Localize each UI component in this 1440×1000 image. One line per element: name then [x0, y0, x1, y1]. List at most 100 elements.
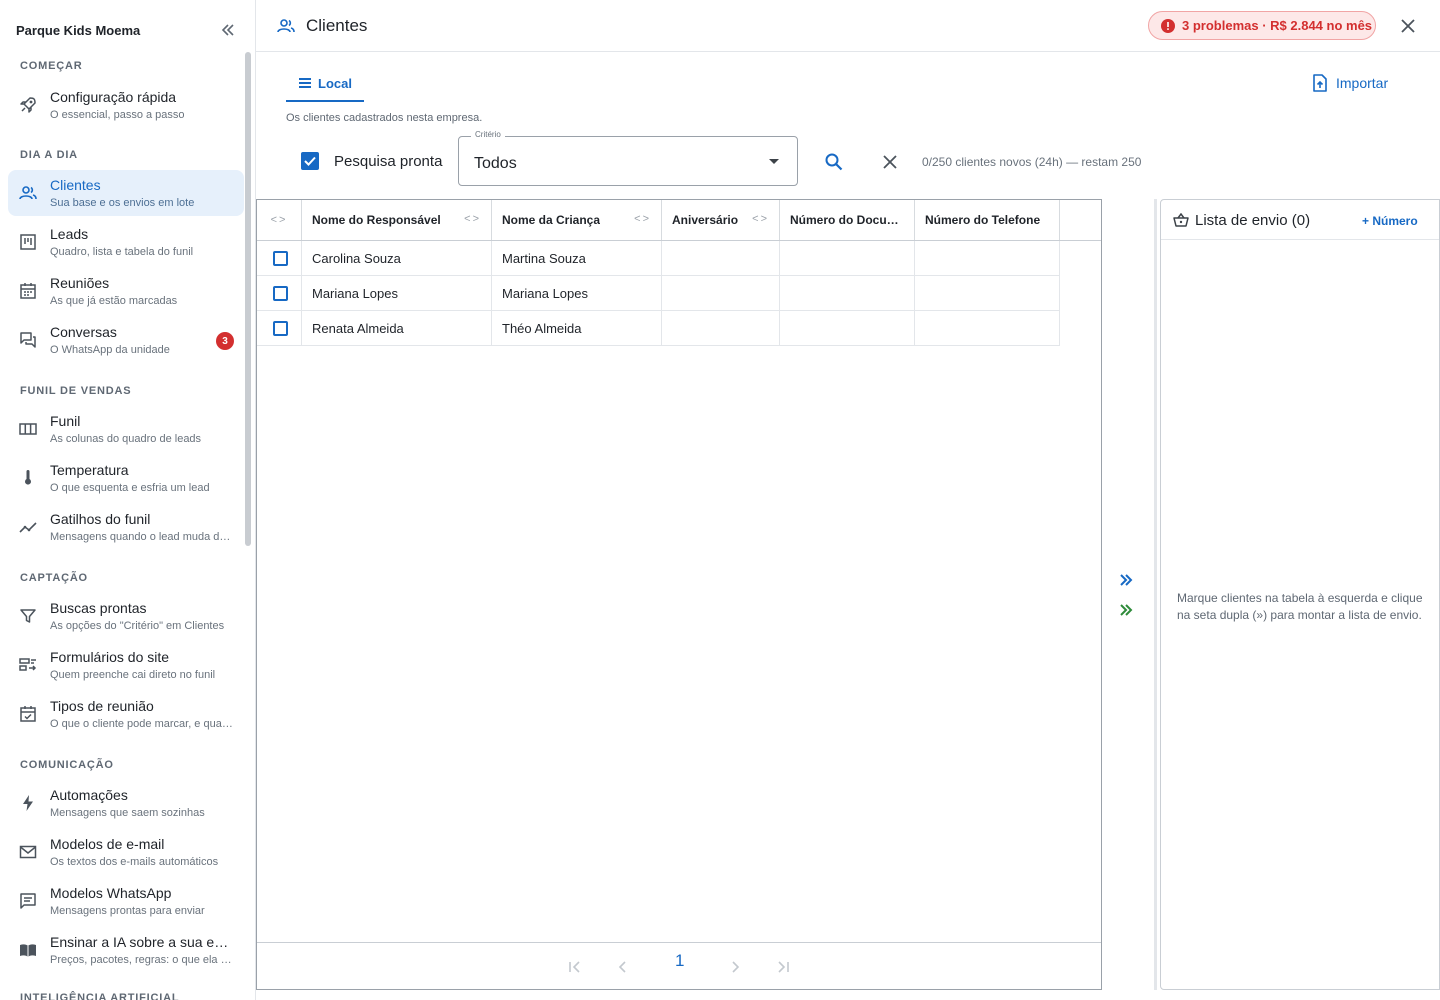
search-button[interactable]	[822, 150, 846, 174]
sidebar-item-reunioes[interactable]: Reuniões As que já estão marcadas	[8, 268, 244, 314]
clear-search-button[interactable]	[878, 150, 902, 174]
column-header-telefone[interactable]: Número do Telefone	[915, 200, 1060, 240]
sidebar-item-subtitle: Mensagens que saem sozinhas	[50, 807, 205, 819]
sidebar-item-subtitle: Quem preenche cai direto no funil	[50, 669, 216, 681]
collapse-sidebar-button[interactable]	[218, 20, 238, 40]
previous-page-button[interactable]	[611, 955, 635, 979]
page-title: Clientes	[306, 16, 368, 35]
sidebar-item-title: Leads	[50, 226, 89, 242]
page-description: Os clientes cadastrados nesta empresa.	[286, 112, 483, 124]
table-header: <> Nome do Responsável <> Nome da Crianç…	[257, 200, 1101, 241]
sidebar-item-modelos-whatsapp[interactable]: Modelos WhatsApp Mensagens prontas para …	[8, 878, 244, 924]
brand-name: Parque Kids Moema	[16, 23, 141, 38]
sidebar-item-subtitle: Os textos dos e-mails automáticos	[50, 856, 219, 868]
current-page[interactable]: 1	[675, 951, 684, 971]
resize-icon[interactable]: <>	[752, 213, 769, 225]
error-icon	[1161, 18, 1175, 33]
row-checkbox[interactable]	[273, 321, 288, 336]
clients-table: <> Nome do Responsável <> Nome da Crianç…	[256, 199, 1102, 990]
resize-icon[interactable]: <>	[634, 213, 651, 225]
sidebar-item-ensinar-a-ia[interactable]: Ensinar a IA sobre a sua empresa Preços,…	[8, 927, 244, 973]
double-chevron-left-icon	[221, 24, 234, 36]
sidebar-item-subtitle: Sua base e os envios em lote	[50, 197, 195, 209]
people-icon	[18, 183, 38, 203]
column-header-label: Nome do Responsável	[312, 213, 441, 227]
resize-icon[interactable]: <>	[464, 213, 481, 225]
sidebar-scrollbar[interactable]	[245, 52, 251, 546]
sidebar-item-title: Configuração rápida	[50, 89, 177, 105]
criterio-select[interactable]: Critério Todos	[458, 130, 798, 186]
table-row[interactable]: Mariana Lopes Mariana Lopes	[257, 276, 1060, 311]
double-chevron-right-icon	[1120, 574, 1133, 586]
last-page-icon	[778, 961, 789, 973]
row-checkbox[interactable]	[273, 251, 288, 266]
sidebar-item-title: Modelos de e-mail	[50, 836, 165, 852]
mail-icon	[18, 842, 38, 862]
sidebar-item-subtitle: O essencial, passo a passo	[50, 109, 185, 121]
sidebar-item-gatilhos-do-funil[interactable]: Gatilhos do funil Mensagens quando o lea…	[8, 504, 244, 550]
columns-icon	[18, 419, 38, 439]
sidebar-item-buscas-prontas[interactable]: Buscas prontas As opções do "Critério" e…	[8, 593, 244, 639]
people-icon	[276, 16, 296, 41]
problems-badge[interactable]: 3 problemas · R$ 2.844 no mês	[1148, 11, 1376, 40]
pagination: 1	[257, 942, 1101, 989]
sidebar-item-clientes[interactable]: Clientes Sua base e os envios em lote	[8, 170, 244, 216]
calendar-check-icon	[18, 704, 38, 724]
cell-responsavel: Carolina Souza	[312, 251, 401, 266]
close-icon	[1401, 19, 1415, 33]
add-number-button[interactable]: + Número	[1362, 214, 1418, 228]
column-header-aniversario[interactable]: Aniversário <>	[662, 200, 780, 240]
column-header-documento[interactable]: Número do Documento	[780, 200, 915, 240]
sidebar-item-tipos-de-reuniao[interactable]: Tipos de reunião O que o cliente pode ma…	[8, 691, 244, 737]
table-row[interactable]: Carolina Souza Martina Souza	[257, 241, 1060, 276]
column-header-responsavel[interactable]: Nome do Responsável <>	[302, 200, 492, 240]
section-comunicacao: COMUNICAÇÃO	[20, 759, 114, 771]
add-selected-button[interactable]	[1116, 570, 1136, 590]
filter-icon	[18, 606, 38, 626]
calendar-icon	[18, 281, 38, 301]
last-page-button[interactable]	[771, 955, 795, 979]
sidebar-item-funil[interactable]: Funil As colunas do quadro de leads	[8, 406, 244, 452]
sidebar-item-title: Funil	[50, 413, 81, 429]
select-column-header[interactable]: <>	[257, 200, 302, 240]
message-icon	[18, 891, 38, 911]
sidebar-item-modelos-de-email[interactable]: Modelos de e-mail Os textos dos e-mails …	[8, 829, 244, 875]
sidebar-item-subtitle: As opções do "Critério" em Clientes	[50, 620, 225, 632]
bolt-icon	[18, 793, 38, 813]
add-all-button[interactable]	[1116, 600, 1136, 620]
sidebar-item-title: Temperatura	[50, 462, 129, 478]
sidebar-item-title: Tipos de reunião	[50, 698, 154, 714]
import-button[interactable]: Importar	[1312, 74, 1388, 92]
sidebar-item-temperatura[interactable]: Temperatura O que esquenta e esfria um l…	[8, 455, 244, 501]
sidebar-item-leads[interactable]: Leads Quadro, lista e tabela do funil	[8, 219, 244, 265]
chevron-right-icon	[732, 961, 740, 973]
tab-local[interactable]: Local	[286, 66, 364, 102]
sidebar-item-subtitle: As colunas do quadro de leads	[50, 433, 202, 445]
problems-text: 3 problemas · R$ 2.844 no mês	[1182, 18, 1373, 33]
sidebar-item-automacoes[interactable]: Automações Mensagens que saem sozinhas	[8, 780, 244, 826]
cell-responsavel: Mariana Lopes	[312, 286, 398, 301]
sidebar-item-configuracao-rapida[interactable]: Configuração rápida O essencial, passo a…	[8, 82, 244, 128]
first-page-button[interactable]	[563, 955, 587, 979]
sidebar-item-title: Buscas prontas	[50, 600, 147, 616]
panel-divider[interactable]	[1154, 199, 1157, 990]
quota-text: 0/250 clientes novos (24h) — restam 250	[922, 155, 1142, 169]
column-header-crianca[interactable]: Nome da Criança <>	[492, 200, 662, 240]
unread-badge: 3	[216, 332, 234, 350]
sidebar-item-subtitle: Mensagens prontas para enviar	[50, 905, 205, 917]
sidebar-item-title: Formulários do site	[50, 649, 170, 665]
next-page-button[interactable]	[723, 955, 747, 979]
close-button[interactable]	[1398, 16, 1418, 36]
pesquisa-pronta-checkbox[interactable]	[301, 152, 319, 170]
sidebar-item-formularios-do-site[interactable]: Formulários do site Quem preenche cai di…	[8, 642, 244, 688]
check-icon	[304, 156, 316, 166]
row-checkbox[interactable]	[273, 286, 288, 301]
sidebar-item-conversas[interactable]: Conversas O WhatsApp da unidade 3	[8, 317, 244, 363]
column-header-label: Número do Telefone	[925, 213, 1041, 227]
send-list-header: Lista de envio (0) + Número	[1161, 200, 1439, 240]
table-row[interactable]: Renata Almeida Théo Almeida	[257, 311, 1060, 346]
sidebar-item-title: Gatilhos do funil	[50, 511, 151, 527]
section-inteligencia-artificial: INTELIGÊNCIA ARTIFICIAL	[20, 992, 180, 1000]
sidebar-item-subtitle: O que esquenta e esfria um lead	[50, 482, 210, 494]
list-icon	[299, 78, 312, 88]
